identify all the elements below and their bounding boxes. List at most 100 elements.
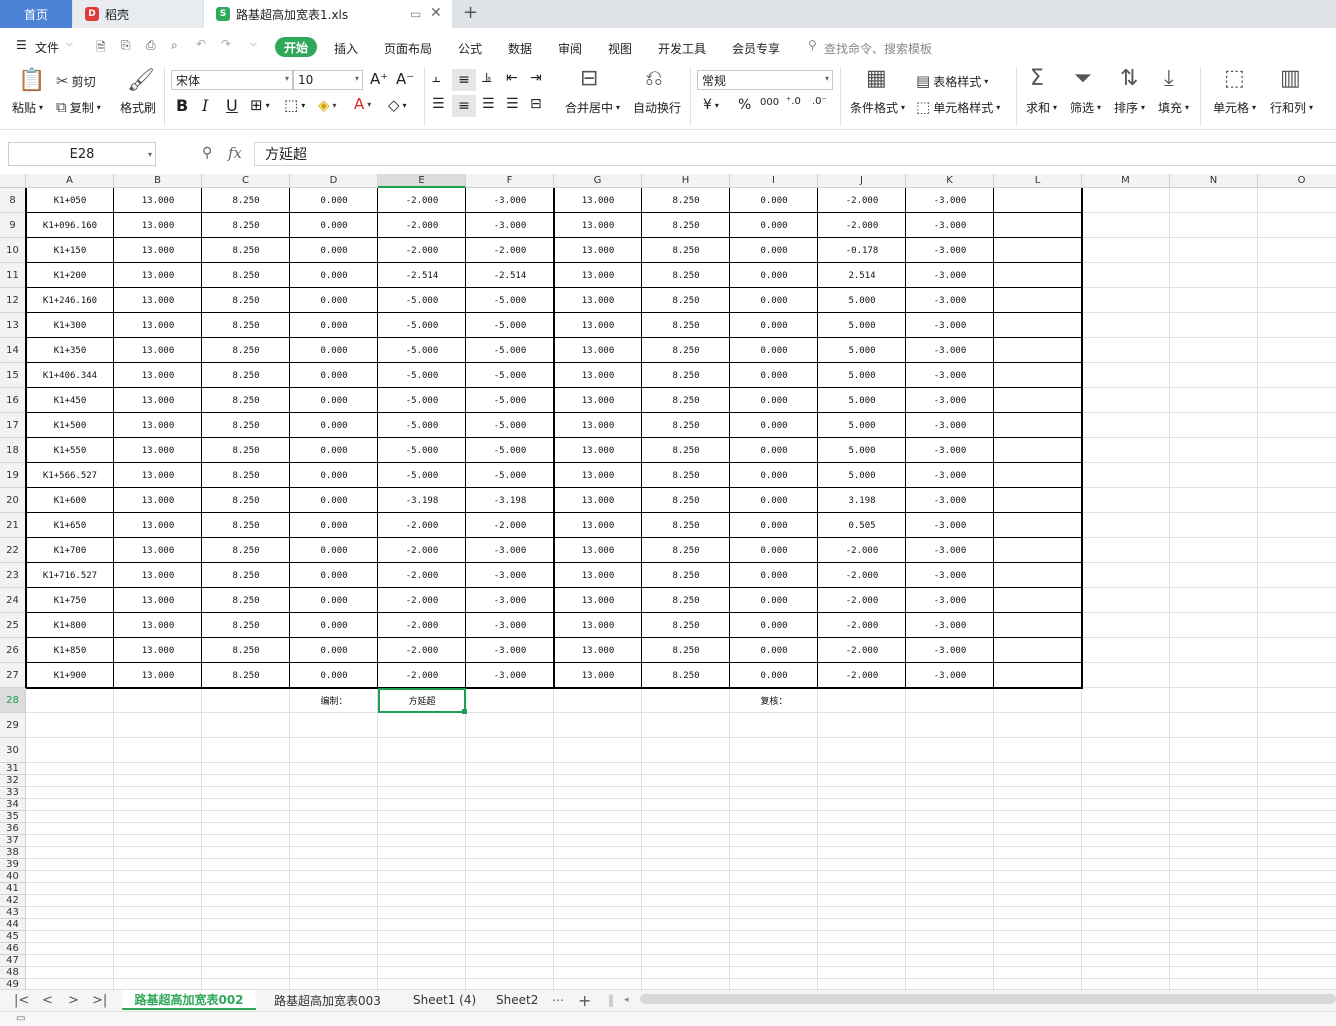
menu-vip[interactable]: 会员专享	[732, 40, 780, 57]
table-cell[interactable]: 8.250	[202, 288, 290, 313]
table-cell[interactable]: -3.000	[466, 188, 554, 213]
row-header[interactable]: 10	[0, 238, 26, 263]
filter-icon[interactable]: ⏷	[1074, 66, 1092, 91]
column-header[interactable]: K	[906, 174, 994, 188]
row-header[interactable]: 24	[0, 588, 26, 613]
table-cell[interactable]: 8.250	[202, 488, 290, 513]
currency-icon[interactable]: ¥ ▾	[703, 97, 719, 113]
table-cell[interactable]: 0.000	[290, 663, 378, 688]
row-header[interactable]: 27	[0, 663, 26, 688]
table-cell[interactable]: 0.000	[730, 363, 818, 388]
conditional-format-icon[interactable]: ▦	[866, 66, 887, 91]
redo-icon[interactable]: ↷	[221, 37, 231, 51]
hamburger-icon[interactable]: ☰	[16, 38, 27, 52]
table-cell[interactable]: 0.000	[290, 463, 378, 488]
print-preview-icon[interactable]: ⌕	[171, 38, 178, 53]
format-painter-icon[interactable]: 🖌	[127, 68, 155, 93]
first-sheet-icon[interactable]: |<	[14, 991, 29, 1009]
table-cell[interactable]: -5.000	[378, 388, 466, 413]
menu-file[interactable]: 文件	[35, 39, 59, 56]
table-cell[interactable]: K1+700	[26, 538, 114, 563]
row-header[interactable]: 32	[0, 775, 26, 787]
new-tab-icon[interactable]: +	[463, 2, 478, 23]
table-cell[interactable]: 0.000	[730, 638, 818, 663]
add-sheet-icon[interactable]: +	[578, 991, 591, 1010]
table-cell[interactable]: -2.000	[378, 538, 466, 563]
indent-decrease-icon[interactable]: ⇤	[506, 70, 518, 86]
table-cell[interactable]: K1+900	[26, 663, 114, 688]
table-cell[interactable]: -3.000	[906, 188, 994, 213]
table-cell[interactable]: K1+800	[26, 613, 114, 638]
table-cell[interactable]: -2.000	[818, 188, 906, 213]
table-cell[interactable]: 13.000	[114, 388, 202, 413]
row-header[interactable]: 17	[0, 413, 26, 438]
row-header[interactable]: 43	[0, 907, 26, 919]
table-cell[interactable]: 8.250	[642, 438, 730, 463]
table-cell[interactable]: 5.000	[818, 388, 906, 413]
print-icon[interactable]: ⎙	[146, 38, 156, 53]
menu-dev-tools[interactable]: 开发工具	[658, 40, 706, 57]
table-cell[interactable]: 13.000	[114, 188, 202, 213]
font-color-icon[interactable]: A ▾	[354, 95, 371, 113]
column-header[interactable]: M	[1082, 174, 1170, 188]
decrease-font-icon[interactable]: A⁻	[396, 70, 414, 88]
row-col-button[interactable]: 行和列 ▾	[1270, 99, 1313, 116]
undo-icon[interactable]: ↶	[196, 37, 206, 51]
sheet-tab[interactable]: 路基超高加宽表003	[274, 991, 381, 1009]
cell-style-button[interactable]: ⬚ 单元格样式 ▾	[916, 98, 1000, 116]
table-cell[interactable]: 8.250	[642, 213, 730, 238]
justify-icon[interactable]: ☰	[506, 96, 519, 112]
table-cell[interactable]: -2.000	[818, 663, 906, 688]
row-header[interactable]: 36	[0, 823, 26, 835]
fx-icon[interactable]: fx	[228, 144, 242, 162]
table-cell[interactable]: -2.000	[378, 513, 466, 538]
table-cell[interactable]: -3.000	[906, 638, 994, 663]
table-cell[interactable]: 13.000	[114, 213, 202, 238]
table-cell[interactable]: -3.000	[906, 413, 994, 438]
row-header[interactable]: 21	[0, 513, 26, 538]
table-cell[interactable]: 5.000	[818, 363, 906, 388]
wrap-text-button[interactable]: 自动换行	[633, 99, 681, 116]
cell-button[interactable]: 单元格 ▾	[1213, 99, 1256, 116]
table-cell[interactable]: -5.000	[466, 338, 554, 363]
column-header[interactable]: A	[26, 174, 114, 188]
table-cell[interactable]: 0.000	[730, 488, 818, 513]
table-cell[interactable]: 8.250	[202, 588, 290, 613]
scroll-left-icon[interactable]: ◂	[624, 991, 629, 1009]
table-cell[interactable]: 13.000	[554, 513, 642, 538]
column-header[interactable]: G	[554, 174, 642, 188]
table-cell[interactable]: 13.000	[114, 463, 202, 488]
table-cell[interactable]: 13.000	[114, 438, 202, 463]
table-cell[interactable]: K1+350	[26, 338, 114, 363]
table-cell[interactable]: 0.000	[290, 313, 378, 338]
row-header[interactable]: 45	[0, 931, 26, 943]
row-header[interactable]: 9	[0, 213, 26, 238]
table-cell[interactable]: K1+096.160	[26, 213, 114, 238]
table-cell[interactable]: 0.000	[730, 438, 818, 463]
menu-start[interactable]: 开始	[275, 37, 317, 57]
table-cell[interactable]: 0.000	[290, 438, 378, 463]
table-cell[interactable]: 0.000	[290, 363, 378, 388]
table-cell[interactable]: 8.250	[642, 338, 730, 363]
table-cell[interactable]: 0.000	[730, 263, 818, 288]
table-cell[interactable]: 13.000	[554, 538, 642, 563]
table-cell[interactable]: -2.000	[818, 563, 906, 588]
table-cell[interactable]: 0.000	[730, 663, 818, 688]
table-cell[interactable]: 0.000	[290, 638, 378, 663]
table-cell[interactable]: -3.000	[466, 538, 554, 563]
table-cell[interactable]: 13.000	[114, 563, 202, 588]
table-cell[interactable]: 8.250	[202, 663, 290, 688]
table-cell[interactable]: 0.000	[730, 413, 818, 438]
indent-increase-icon[interactable]: ⇥	[530, 70, 542, 86]
table-cell[interactable]: 13.000	[114, 413, 202, 438]
table-cell[interactable]: 0.000	[730, 388, 818, 413]
table-cell[interactable]: 5.000	[818, 413, 906, 438]
table-cell[interactable]: -5.000	[466, 438, 554, 463]
table-cell[interactable]: -3.000	[906, 238, 994, 263]
align-top-icon[interactable]: ⫠	[432, 70, 440, 86]
border-icon[interactable]: ⊞ ▾	[250, 96, 270, 114]
table-cell[interactable]: 13.000	[114, 613, 202, 638]
table-cell[interactable]: 8.250	[202, 188, 290, 213]
table-cell[interactable]: 13.000	[554, 638, 642, 663]
table-cell[interactable]: 0.000	[730, 588, 818, 613]
